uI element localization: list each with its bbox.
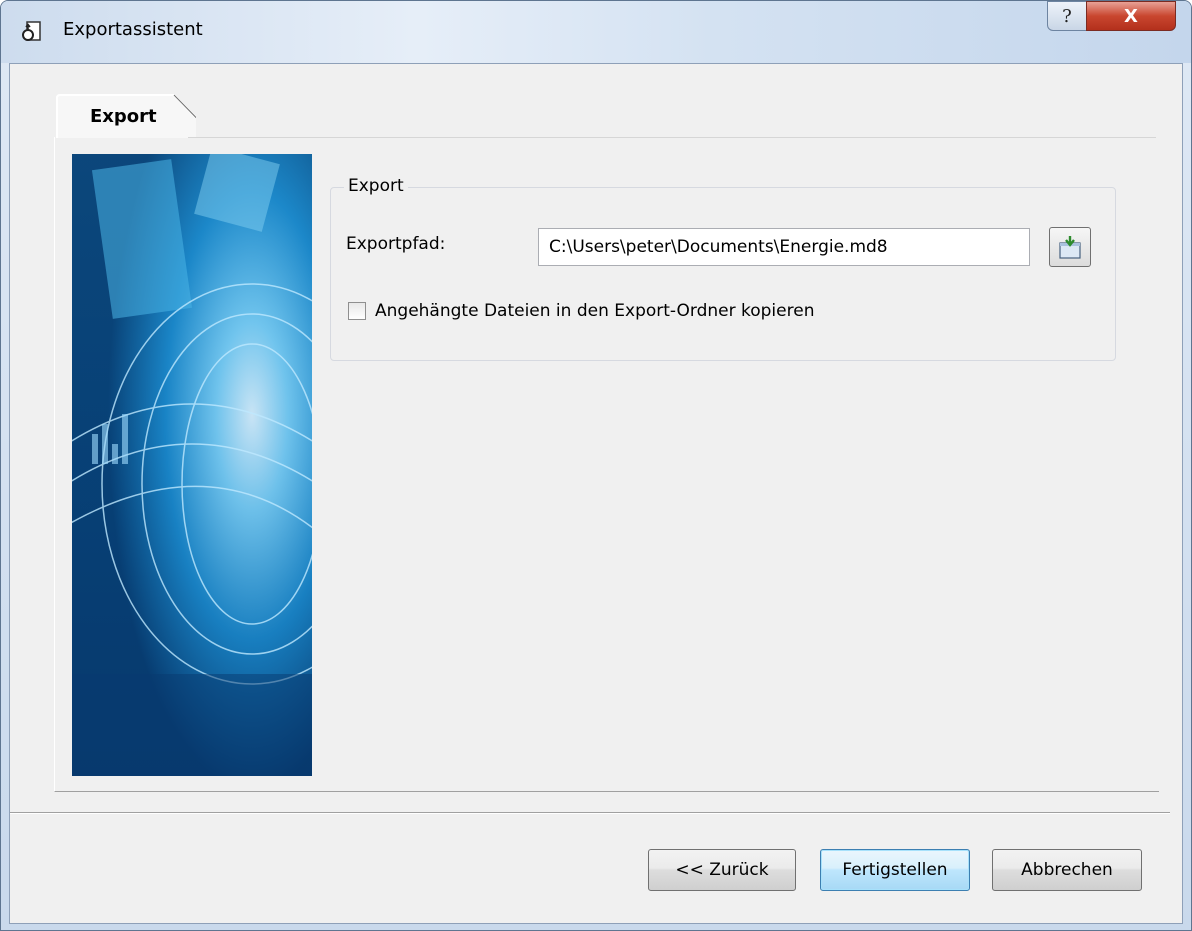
title-bar[interactable]: Exportassistent ? X [1,1,1191,63]
footer-separator-highlight [10,813,1170,814]
export-path-label: Exportpfad: [346,234,446,254]
dialog-client-area: Export Export Exportpfad: C:\Users\peter… [9,63,1183,924]
finish-button[interactable]: Fertigstellen [820,849,970,891]
copy-attachments-label: Angehängte Dateien in den Export-Ordner … [375,301,815,321]
tab-export[interactable]: Export [56,94,196,138]
wizard-side-image [72,154,312,776]
export-wizard-window: Exportassistent ? X Export Export Export… [0,0,1192,931]
export-document-icon [22,21,41,41]
back-button[interactable]: << Zurück [648,849,796,891]
copy-attachments-checkbox[interactable] [348,302,366,320]
help-icon: ? [1062,5,1072,27]
export-group-legend: Export [344,176,408,196]
cancel-button[interactable]: Abbrechen [992,849,1142,891]
help-button[interactable]: ? [1047,1,1087,31]
close-button[interactable]: X [1086,1,1176,31]
export-path-input[interactable] [538,228,1030,266]
window-title: Exportassistent [63,19,203,40]
copy-attachments-option[interactable]: Angehängte Dateien in den Export-Ordner … [348,301,814,321]
folder-browse-icon [1059,236,1081,259]
tab-export-label: Export [90,106,157,127]
abstract-globe-image [72,154,312,776]
export-groupbox [330,187,1116,361]
browse-button[interactable] [1049,227,1091,267]
close-icon: X [1124,5,1138,27]
